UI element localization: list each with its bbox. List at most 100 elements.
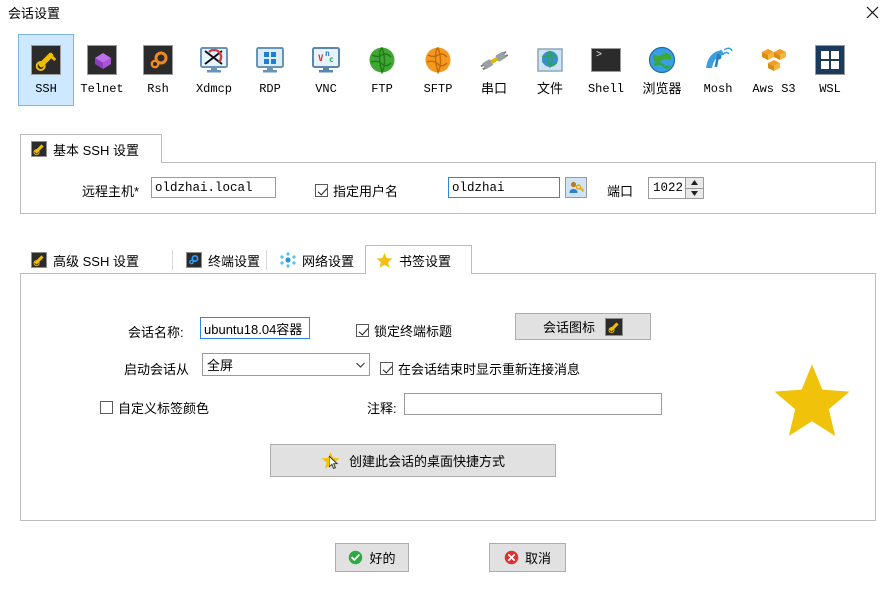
protocol-label: Telnet: [80, 82, 123, 96]
protocol-item-serial[interactable]: 串口: [466, 34, 522, 106]
key-icon: [30, 44, 62, 76]
protocol-item-browser[interactable]: 浏览器: [634, 34, 690, 106]
button-label: 取消: [525, 548, 551, 567]
protocol-item-xdmcp[interactable]: Xdmcp: [186, 34, 242, 106]
tab-label: 终端设置: [208, 251, 260, 270]
window-title: 会话设置: [8, 3, 60, 22]
port-label: 端口: [607, 181, 633, 200]
x-monitor-icon: [198, 44, 230, 76]
protocol-item-ssh[interactable]: SSH: [18, 34, 74, 106]
protocol-item-aws-s3[interactable]: Aws S3: [746, 34, 802, 106]
network-nodes-icon: [280, 252, 296, 268]
session-name-input[interactable]: [200, 317, 310, 339]
protocol-label: RDP: [259, 82, 281, 96]
terminal-gear-icon: [186, 252, 202, 268]
show-reconnect-message-checkbox[interactable]: 在会话结束时显示重新连接消息: [380, 359, 580, 378]
spinner-down-button[interactable]: [686, 189, 703, 199]
specify-username-checkbox[interactable]: 指定用户名: [315, 181, 398, 200]
lock-terminal-title-checkbox[interactable]: 锁定终端标题: [356, 321, 452, 340]
check-circle-icon: [348, 550, 363, 565]
protocol-label: 串口: [481, 82, 507, 96]
tab-label: 基本 SSH 设置: [53, 140, 139, 159]
svg-text:V: V: [318, 54, 324, 64]
tab-bookmark-settings[interactable]: 书签设置: [365, 245, 472, 274]
svg-text:c: c: [329, 55, 334, 64]
protocol-item-ftp[interactable]: FTP: [354, 34, 410, 106]
windows-tile-icon: [814, 44, 846, 76]
protocol-label: Rsh: [147, 82, 169, 96]
port-value[interactable]: 1022: [649, 178, 685, 198]
vnc-monitor-icon: V n c: [310, 44, 342, 76]
mouse-cursor-icon: [329, 456, 340, 470]
user-key-icon: [568, 180, 584, 196]
username-input[interactable]: [448, 177, 560, 198]
port-spinner-arrows: [685, 178, 703, 198]
protocol-item-rdp[interactable]: RDP: [242, 34, 298, 106]
protocol-label: FTP: [371, 82, 393, 96]
star-icon: [321, 451, 340, 470]
protocol-item-telnet[interactable]: Telnet: [74, 34, 130, 106]
remote-host-label: 远程主机*: [82, 181, 139, 200]
cancel-button[interactable]: 取消: [489, 543, 566, 572]
browser-globe-icon: [646, 44, 678, 76]
ok-button[interactable]: 好的: [335, 543, 409, 572]
protocol-label: VNC: [315, 82, 337, 96]
x-circle-icon: [504, 550, 519, 565]
protocol-item-mosh[interactable]: Mosh: [690, 34, 746, 106]
comment-input[interactable]: [404, 393, 662, 415]
protocol-label: 浏览器: [642, 82, 681, 96]
chevron-down-icon[interactable]: [351, 362, 369, 368]
protocol-item-shell[interactable]: > Shell: [578, 34, 634, 106]
checkbox-box: [315, 184, 328, 197]
protocol-item-file[interactable]: 文件: [522, 34, 578, 106]
protocol-item-sftp[interactable]: SFTP: [410, 34, 466, 106]
custom-tab-color-checkbox[interactable]: 自定义标签颜色: [100, 398, 209, 417]
tab-divider: [172, 250, 173, 270]
green-globe-icon: [366, 44, 398, 76]
protocol-label: 文件: [537, 82, 563, 96]
comment-label: 注释:: [367, 398, 397, 417]
button-label: 会话图标: [543, 317, 595, 336]
start-session-select[interactable]: 全屏: [202, 353, 370, 376]
protocol-label: Mosh: [704, 82, 733, 96]
protocol-item-wsl[interactable]: WSL: [802, 34, 858, 106]
port-spinner[interactable]: 1022: [648, 177, 704, 199]
remote-host-input[interactable]: [151, 177, 276, 198]
protocol-label: Shell: [588, 82, 624, 96]
purple-cube-icon: [86, 44, 118, 76]
spinner-up-button[interactable]: [686, 178, 703, 189]
protocol-label: Aws S3: [752, 82, 795, 96]
star-icon: [772, 362, 852, 452]
tab-network-settings[interactable]: 网络设置: [269, 245, 365, 274]
orange-gears-icon: [142, 44, 174, 76]
terminal-icon: >: [590, 44, 622, 76]
chevron-up-icon: [691, 180, 698, 185]
tab-terminal-settings[interactable]: 终端设置: [175, 245, 275, 274]
protocol-item-vnc[interactable]: V n c VNC: [298, 34, 354, 106]
satellite-dish-icon: [702, 44, 734, 76]
chevron-down-icon: [691, 191, 698, 196]
close-window-button[interactable]: [850, 0, 894, 24]
checkbox-box: [100, 401, 113, 414]
button-label: 创建此会话的桌面快捷方式: [349, 451, 505, 470]
select-value: 全屏: [207, 355, 233, 374]
session-name-label: 会话名称:: [128, 322, 184, 341]
tab-advanced-ssh-settings[interactable]: 高级 SSH 设置: [20, 245, 172, 274]
checkbox-box: [380, 362, 393, 375]
username-browse-button[interactable]: [565, 177, 587, 198]
tab-label: 书签设置: [399, 251, 451, 270]
create-desktop-shortcut-button[interactable]: 创建此会话的桌面快捷方式: [270, 444, 556, 477]
aws-cubes-icon: [758, 44, 790, 76]
checkbox-label: 锁定终端标题: [374, 321, 452, 340]
checkbox-label: 指定用户名: [333, 181, 398, 200]
serial-plug-icon: [478, 44, 510, 76]
protocol-item-rsh[interactable]: Rsh: [130, 34, 186, 106]
button-label: 好的: [369, 548, 395, 567]
session-icon-button[interactable]: 会话图标: [515, 313, 651, 340]
tab-label: 高级 SSH 设置: [53, 251, 139, 270]
tab-label: 网络设置: [302, 251, 354, 270]
protocol-label: SSH: [35, 82, 57, 96]
star-icon: [376, 252, 393, 269]
tab-basic-ssh-settings[interactable]: 基本 SSH 设置: [20, 134, 162, 163]
tab-divider: [266, 250, 267, 270]
